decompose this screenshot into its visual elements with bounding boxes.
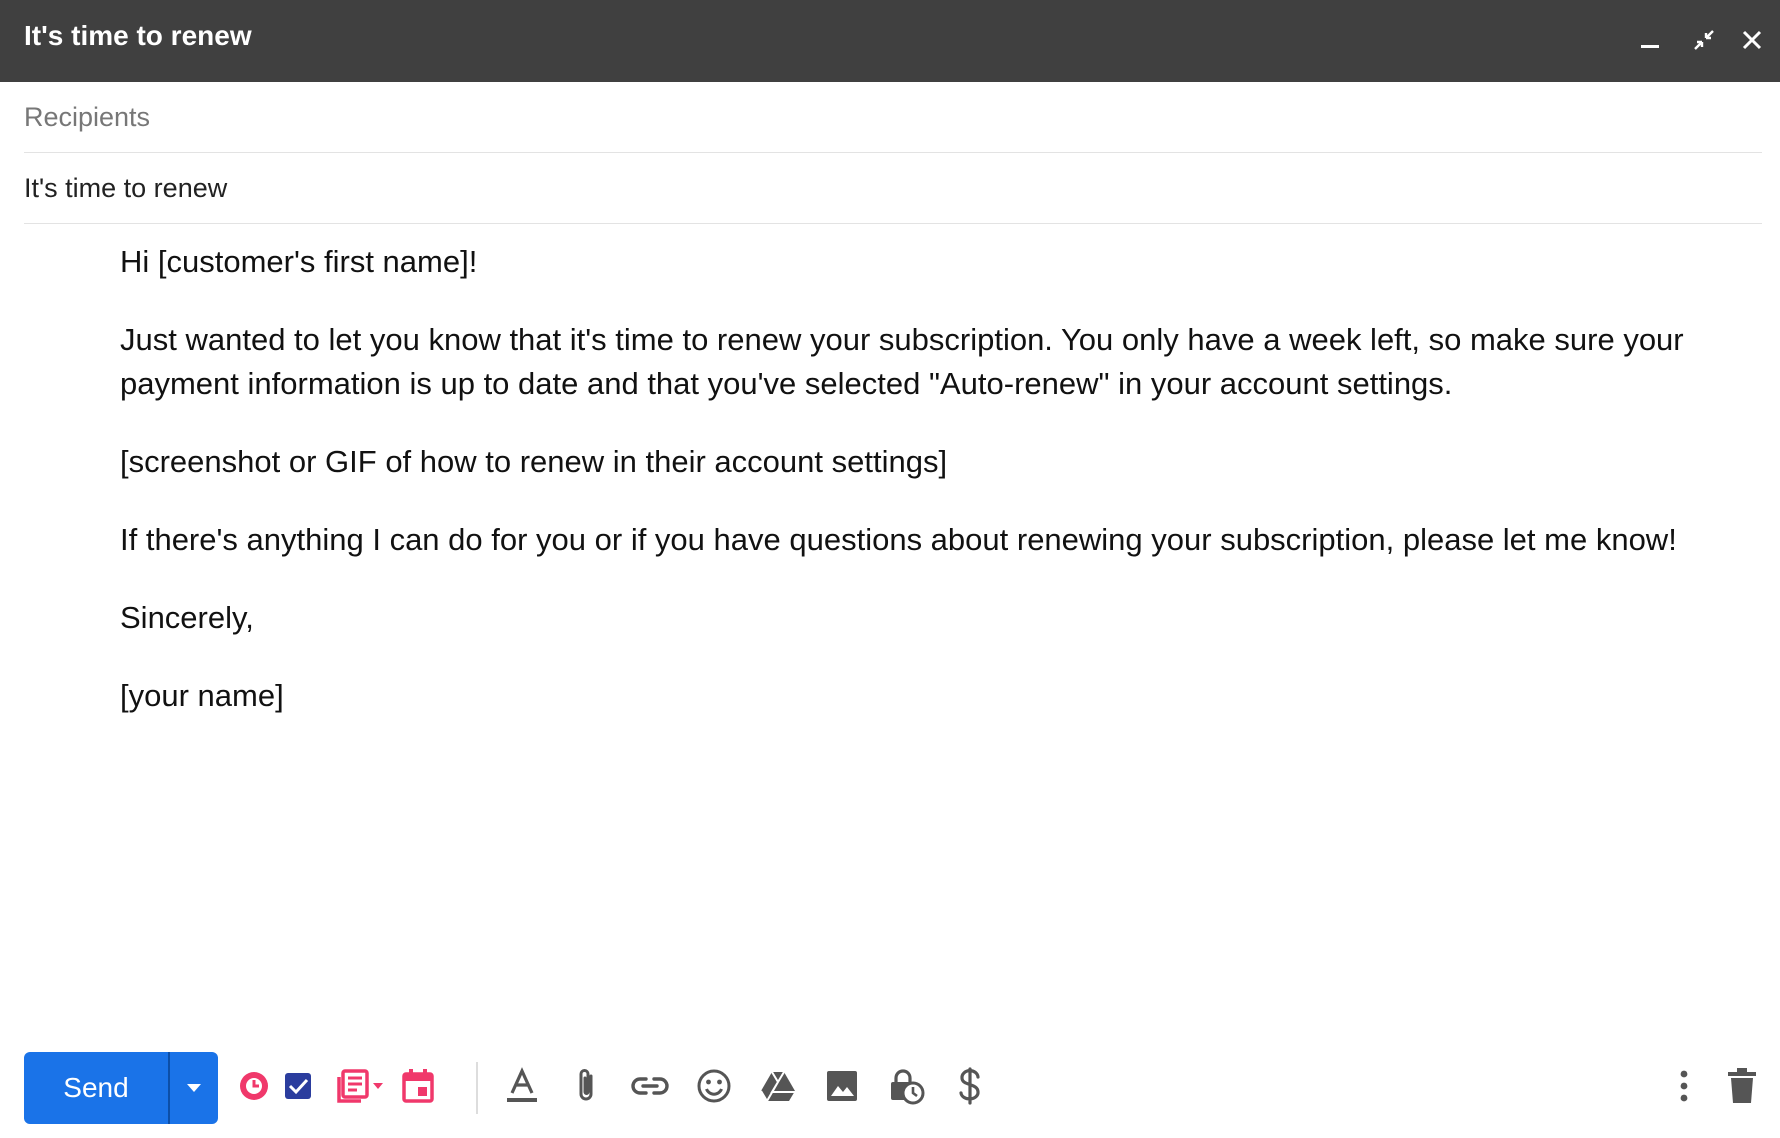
recipients-row bbox=[24, 83, 1762, 153]
exit-fullscreen-icon bbox=[1694, 30, 1714, 50]
body-paragraph: Just wanted to let you know that it's ti… bbox=[120, 322, 1684, 401]
recipients-input[interactable] bbox=[24, 83, 1762, 152]
task-button[interactable] bbox=[276, 1064, 320, 1108]
minimize-icon bbox=[1641, 45, 1659, 48]
send-options-icon bbox=[187, 1084, 201, 1092]
placeholder-paragraph: [screenshot or GIF of how to renew in th… bbox=[120, 444, 948, 479]
drive-icon bbox=[760, 1071, 795, 1102]
close-button[interactable] bbox=[1732, 20, 1772, 60]
emoji-button[interactable] bbox=[692, 1064, 736, 1108]
message-body[interactable]: Hi [customer's first name]! Just wanted … bbox=[120, 240, 1740, 752]
trash-icon bbox=[1728, 1068, 1756, 1103]
signature-paragraph: [your name] bbox=[120, 678, 284, 713]
subject-input[interactable] bbox=[24, 154, 1762, 223]
template-icon bbox=[337, 1069, 369, 1103]
discard-draft-button[interactable] bbox=[1720, 1064, 1764, 1108]
exit-fullscreen-button[interactable] bbox=[1684, 20, 1724, 60]
template-dropdown[interactable] bbox=[370, 1064, 386, 1108]
signoff-paragraph: Sincerely, bbox=[120, 600, 254, 635]
insert-drive-button[interactable] bbox=[756, 1064, 800, 1108]
compose-title: It's time to renew bbox=[24, 20, 252, 51]
subject-row bbox=[24, 154, 1762, 224]
insert-link-button[interactable] bbox=[628, 1064, 672, 1108]
send-options-button[interactable] bbox=[168, 1052, 218, 1124]
attach-button[interactable] bbox=[564, 1064, 608, 1108]
toolbar-divider bbox=[476, 1062, 478, 1114]
more-options-icon bbox=[1680, 1070, 1688, 1102]
attachment-icon bbox=[579, 1069, 593, 1101]
emoji-icon bbox=[697, 1069, 731, 1103]
text-format-icon bbox=[507, 1067, 537, 1102]
insert-photo-button[interactable] bbox=[820, 1064, 864, 1108]
image-icon bbox=[827, 1071, 857, 1101]
close-icon bbox=[1742, 30, 1762, 50]
compose-titlebar[interactable]: It's time to renew bbox=[0, 0, 1780, 82]
calendar-button[interactable] bbox=[396, 1064, 440, 1108]
money-icon bbox=[959, 1067, 980, 1105]
confidential-mode-button[interactable] bbox=[884, 1064, 928, 1108]
send-button-group: Send bbox=[24, 1052, 218, 1124]
compose-toolbar: Send bbox=[0, 1040, 1780, 1130]
more-options-button[interactable] bbox=[1662, 1064, 1706, 1108]
link-icon bbox=[631, 1077, 669, 1095]
compose-window: It's time to renew Hi [customer's first … bbox=[0, 0, 1780, 1138]
formatting-button[interactable] bbox=[500, 1064, 544, 1108]
snooze-button[interactable] bbox=[232, 1064, 276, 1108]
chevron-down-icon bbox=[373, 1083, 383, 1089]
snooze-clock-icon bbox=[240, 1072, 268, 1100]
send-button[interactable]: Send bbox=[24, 1052, 168, 1124]
body-paragraph: If there's anything I can do for you or … bbox=[120, 522, 1677, 557]
confidential-mode-icon bbox=[891, 1069, 925, 1105]
calendar-icon bbox=[402, 1069, 434, 1103]
greeting-paragraph: Hi [customer's first name]! bbox=[120, 244, 478, 279]
task-checkbox-icon bbox=[285, 1073, 311, 1099]
send-money-button[interactable] bbox=[948, 1064, 992, 1108]
minimize-button[interactable] bbox=[1630, 20, 1670, 60]
